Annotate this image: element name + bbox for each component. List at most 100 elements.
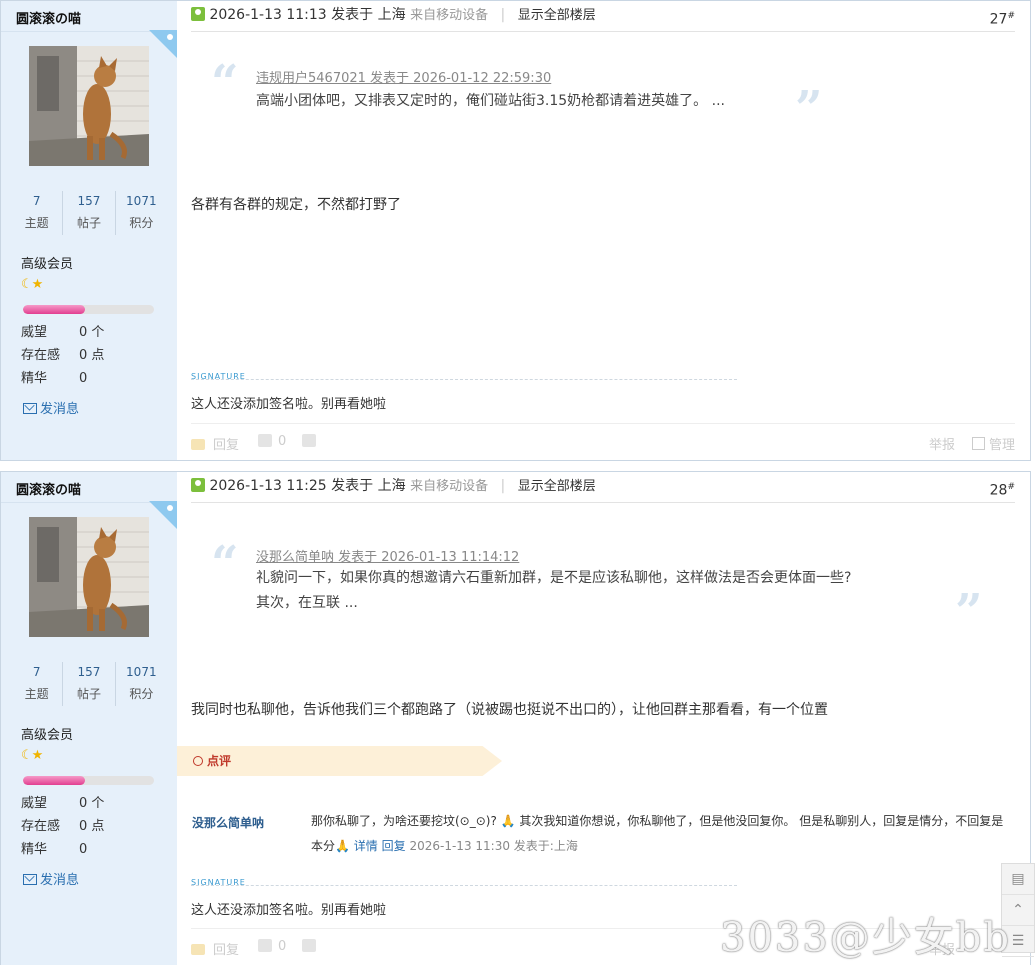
show-all-floors-link[interactable]: 显示全部楼层 xyxy=(518,8,596,23)
floor-number[interactable]: 27# xyxy=(990,2,1015,34)
stat-threads[interactable]: 7 主题 xyxy=(11,662,64,706)
field-key: 威望 xyxy=(21,796,48,811)
post-content: 我同时也私聊他，告诉他我们三个都跑路了（说被踢也挺说不出口的），让他回群主那看看… xyxy=(191,702,828,718)
manage-checkbox[interactable]: 管理 xyxy=(971,434,1015,453)
reply-button[interactable]: 回复 xyxy=(191,434,239,453)
stat-value: 1071 xyxy=(126,194,157,208)
level-stars-icon: ☾★ xyxy=(21,277,43,292)
show-all-floors-link[interactable]: 显示全部楼层 xyxy=(518,479,596,494)
comment-line-2: 本分🙏 详情 回复 2026-1-13 11:30 发表于:上海 xyxy=(311,834,1010,859)
quote-text: 高端小团体吧，又排表又定时的，俺们碰站街3.15奶枪都请着进英雄了。 ... xyxy=(256,89,725,114)
stat-label: 帖子 xyxy=(76,687,101,701)
field-value: 0 xyxy=(79,842,88,857)
floor-sup: # xyxy=(1007,482,1015,492)
author-stats: 7 主题 157 帖子 1071 积分 xyxy=(11,191,167,235)
author-stats: 7 主题 157 帖子 1071 积分 xyxy=(11,662,167,706)
close-quote-icon: ” xyxy=(955,584,983,640)
post-time: 2026-1-13 11:13 发表于 上海 xyxy=(209,7,406,23)
field-digest: 精华 0 xyxy=(21,367,104,390)
comment-detail-link[interactable]: 详情 xyxy=(354,839,378,853)
signature-divider: SIGNATURE xyxy=(191,873,737,887)
author-name[interactable]: 圆滚滚の喵 xyxy=(16,8,81,27)
comment-user-link[interactable]: 没那么简单呐 xyxy=(192,814,264,831)
stat-value: 7 xyxy=(32,665,41,679)
author-name[interactable]: 圆滚滚の喵 xyxy=(16,479,81,498)
stat-label: 积分 xyxy=(129,687,154,701)
quote-block: “ 违规用户5467021 发表于 2026-01-12 22:59:30 高端… xyxy=(207,55,1000,133)
avatar[interactable] xyxy=(29,517,149,637)
author-fields: 威望 0 个 存在感 0 点 精华 0 xyxy=(21,321,104,390)
open-quote-icon: “ xyxy=(211,55,239,111)
member-level[interactable]: 高级会员 xyxy=(21,253,73,272)
reply-icon xyxy=(191,439,205,450)
field-value: 0 点 xyxy=(79,348,105,363)
signature-text: 这人还没添加签名啦。别再看她啦 xyxy=(191,397,387,412)
signature-divider: SIGNATURE xyxy=(191,367,737,381)
divider: | xyxy=(500,478,506,494)
like-button[interactable]: 0 xyxy=(258,434,286,449)
thumbs-up-icon xyxy=(258,434,272,447)
comment-tag: 点评 xyxy=(177,746,502,776)
quick-reply-icon[interactable]: ▤ xyxy=(1002,864,1034,895)
post-content: 各群有各群的规定，不然都打野了 xyxy=(191,197,401,213)
post-time: 2026-1-13 11:25 发表于 上海 xyxy=(209,478,406,494)
floor-sup: # xyxy=(1007,11,1015,21)
member-level[interactable]: 高级会员 xyxy=(21,724,73,743)
open-quote-icon: “ xyxy=(211,536,239,592)
stat-threads[interactable]: 7 主题 xyxy=(11,191,64,235)
author-sidebar: 圆滚滚の喵 7 主题 157 帖子 1071 积分 高级会员 ☾★ 威望 0 个… xyxy=(1,472,177,965)
post-device: 来自移动设备 xyxy=(410,8,489,23)
field-prestige: 威望 0 个 xyxy=(21,792,104,815)
send-message-label: 发消息 xyxy=(40,873,80,888)
post-footer: 回复 0 举报 管理 xyxy=(191,423,1015,460)
like-count: 0 xyxy=(278,939,287,954)
send-message-label: 发消息 xyxy=(40,402,80,417)
field-key: 精华 xyxy=(21,842,48,857)
quote-line: 礼貌问一下，如果你真的想邀请六石重新加群，是不是应该私聊他，这样做法是否会更体面… xyxy=(256,570,852,586)
reply-label: 回复 xyxy=(213,438,240,453)
dislike-button[interactable] xyxy=(302,434,316,449)
bookmark-corner-icon xyxy=(149,501,177,529)
stat-points[interactable]: 1071 积分 xyxy=(116,662,167,706)
floor-number[interactable]: 28# xyxy=(990,473,1015,505)
field-value: 0 个 xyxy=(79,325,105,340)
comment-meta: 2026-1-13 11:30 发表于:上海 xyxy=(409,839,578,853)
post-28: 圆滚滚の喵 7 主题 157 帖子 1071 积分 高级会员 ☾★ 威望 0 个… xyxy=(0,471,1031,965)
report-link[interactable]: 举报 xyxy=(929,434,955,453)
reply-icon xyxy=(191,944,205,955)
field-presence: 存在感 0 点 xyxy=(21,815,104,838)
stat-posts[interactable]: 157 帖子 xyxy=(63,662,116,706)
field-prestige: 威望 0 个 xyxy=(21,321,104,344)
field-key: 精华 xyxy=(21,371,48,386)
like-count: 0 xyxy=(278,434,287,449)
online-user-icon xyxy=(191,478,205,492)
send-message-link[interactable]: 发消息 xyxy=(23,869,79,888)
send-message-link[interactable]: 发消息 xyxy=(23,398,79,417)
signature-text: 这人还没添加签名啦。别再看她啦 xyxy=(191,903,387,918)
quote-author-link[interactable]: 违规用户5467021 发表于 2026-01-12 22:59:30 xyxy=(256,67,551,86)
reply-button[interactable]: 回复 xyxy=(191,939,239,958)
close-quote-icon: ” xyxy=(795,81,823,137)
signature-label: SIGNATURE xyxy=(191,878,246,887)
stat-label: 积分 xyxy=(129,216,154,230)
quote-text: 礼貌问一下，如果你真的想邀请六石重新加群，是不是应该私聊他，这样做法是否会更体面… xyxy=(256,566,851,616)
like-button[interactable]: 0 xyxy=(258,939,286,954)
comment-reply-link[interactable]: 回复 xyxy=(382,839,406,853)
stat-label: 主题 xyxy=(24,687,49,701)
thumbs-up-icon xyxy=(258,939,272,952)
stat-points[interactable]: 1071 积分 xyxy=(116,191,167,235)
stat-label: 主题 xyxy=(24,216,49,230)
avatar[interactable] xyxy=(29,46,149,166)
reply-label: 回复 xyxy=(213,943,240,958)
post-header: 2026-1-13 11:13 发表于 上海 来自移动设备 | 显示全部楼层 2… xyxy=(191,1,1015,32)
stat-value: 157 xyxy=(77,665,101,679)
dislike-button[interactable] xyxy=(302,939,316,954)
stat-label: 帖子 xyxy=(76,216,101,230)
field-key: 威望 xyxy=(21,325,48,340)
stat-posts[interactable]: 157 帖子 xyxy=(63,191,116,235)
post-main: 2026-1-13 11:13 发表于 上海 来自移动设备 | 显示全部楼层 2… xyxy=(177,1,1030,460)
comment-text: 那你私聊了，为啥还要挖坟(⊙_⊙)? 🙏 其次我知道你想说，你私聊他了，但是他没… xyxy=(311,809,1010,859)
field-value: 0 个 xyxy=(79,796,105,811)
quote-author-link[interactable]: 没那么简单呐 发表于 2026-01-13 11:14:12 xyxy=(256,546,519,565)
field-presence: 存在感 0 点 xyxy=(21,344,104,367)
